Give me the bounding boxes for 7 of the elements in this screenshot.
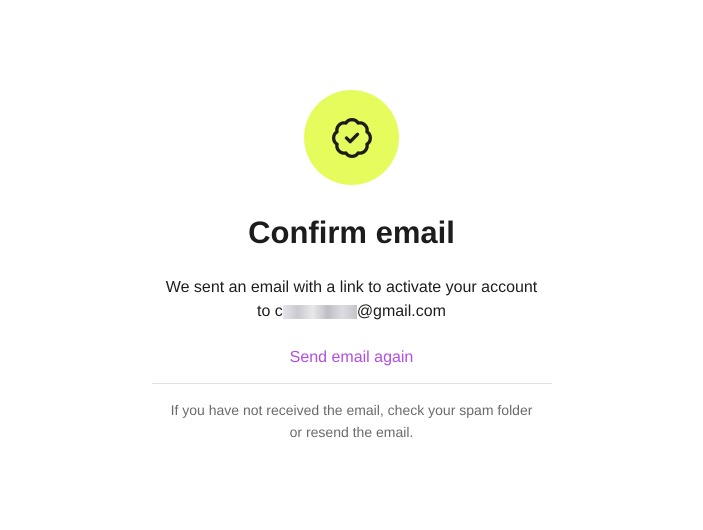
recipient-domain: @gmail.com: [356, 302, 446, 322]
page-title: Confirm email: [248, 217, 455, 248]
help-note: If you have not received the email, check your spam folder or resend the email.: [170, 401, 534, 442]
verified-check-icon: [330, 116, 374, 160]
resend-email-link[interactable]: Send email again: [290, 346, 414, 370]
recipient-prefix: to c: [257, 302, 283, 322]
confirmation-message: We sent an email with a link to activate your account: [166, 278, 538, 298]
